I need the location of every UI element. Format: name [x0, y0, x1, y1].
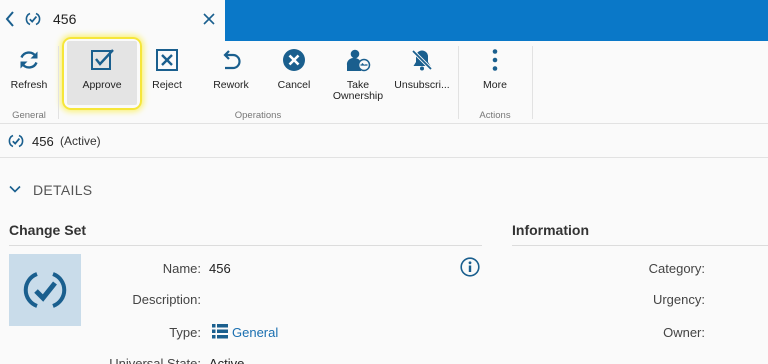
rework-button[interactable]: Rework [208, 41, 254, 111]
top-tab-bar: 456 [0, 0, 768, 41]
ribbon-separator [58, 46, 59, 119]
record-state: (Active) [60, 134, 101, 148]
rework-icon [223, 50, 241, 70]
approve-icon [91, 49, 114, 70]
type-label: Type: [169, 325, 201, 340]
section-divider [9, 245, 482, 246]
back-icon[interactable] [4, 10, 16, 28]
refresh-icon [20, 51, 38, 69]
description-label: Description: [132, 292, 201, 307]
cancel-label: Cancel [277, 79, 311, 91]
record-id: 456 [32, 134, 54, 149]
ribbon-separator [458, 46, 459, 119]
check-circle-icon [8, 134, 24, 148]
approve-label: Approve [82, 79, 122, 91]
group-label-operations: Operations [234, 110, 282, 121]
refresh-label: Refresh [10, 79, 48, 91]
name-value: 456 [209, 261, 231, 276]
type-value-link[interactable]: General [232, 325, 278, 340]
chevron-down-icon[interactable] [9, 184, 21, 194]
universal-state-label: Universal State: [109, 356, 201, 364]
reject-label: Reject [152, 79, 182, 91]
check-circle-icon [25, 12, 41, 26]
document-tab[interactable]: 456 [0, 0, 225, 41]
unsubscribe-icon [411, 49, 433, 71]
category-label: Category: [648, 261, 705, 276]
more-label: More [483, 79, 507, 91]
universal-state-value: Active [209, 356, 245, 364]
take-ownership-label: Take Ownership [332, 79, 384, 102]
tab-title: 456 [53, 11, 77, 27]
more-button[interactable]: More [474, 41, 516, 111]
take-ownership-button[interactable]: Take Ownership [328, 41, 388, 111]
command-ribbon: Refresh Approve Reject Rework Cancel Tak… [0, 37, 768, 124]
check-circle-icon [23, 272, 67, 308]
ribbon-separator [532, 46, 533, 119]
more-icon [492, 49, 498, 71]
change-set-title: Change Set [9, 222, 87, 238]
cancel-icon [283, 49, 305, 71]
group-label-actions: Actions [479, 110, 511, 121]
information-title: Information [512, 222, 589, 238]
unsubscribe-label: Unsubscri... [394, 79, 450, 91]
name-label: Name: [162, 261, 201, 276]
close-icon[interactable] [202, 12, 216, 26]
rework-label: Rework [213, 79, 249, 91]
unsubscribe-button[interactable]: Unsubscri... [392, 41, 452, 111]
reject-icon [156, 49, 178, 71]
details-header[interactable]: DETAILS [33, 182, 92, 198]
owner-label: Owner: [663, 325, 705, 340]
refresh-button[interactable]: Refresh [6, 41, 52, 111]
take-ownership-icon [346, 49, 371, 72]
section-divider [512, 245, 768, 246]
urgency-label: Urgency: [652, 292, 705, 307]
reject-button[interactable]: Reject [146, 41, 188, 111]
group-label-general: General [12, 110, 46, 121]
change-set-thumbnail [9, 254, 81, 326]
record-header: 456 (Active) [0, 124, 768, 158]
list-icon [212, 324, 228, 339]
cancel-button[interactable]: Cancel [272, 41, 316, 111]
approve-button[interactable]: Approve [67, 41, 137, 105]
info-icon[interactable] [460, 257, 480, 277]
